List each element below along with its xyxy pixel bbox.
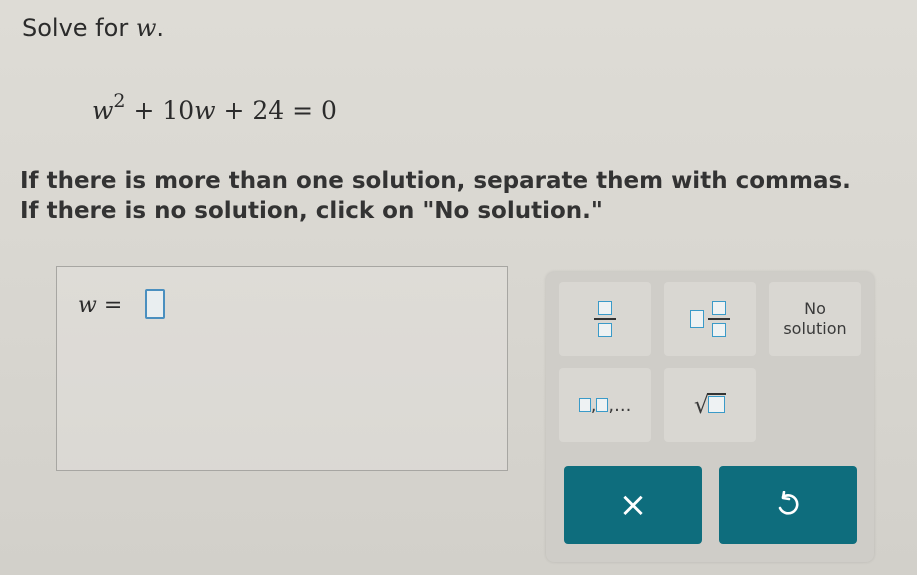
answer-input[interactable]	[145, 289, 165, 319]
square-root-icon: √	[694, 391, 727, 419]
prompt-variable: w	[135, 14, 157, 42]
math-keypad: No solution ,,... √ ×	[546, 272, 874, 562]
equation-var-w: w	[92, 96, 114, 125]
list-key[interactable]: ,,...	[559, 368, 651, 442]
undo-icon	[778, 491, 799, 515]
mixed-number-key[interactable]	[664, 282, 756, 356]
close-icon: ×	[618, 485, 648, 525]
instruction-no-solution: If there is no solution, click on "No so…	[20, 198, 603, 224]
answer-label: w =	[78, 293, 123, 318]
clear-button[interactable]: ×	[564, 466, 702, 544]
undo-button[interactable]	[719, 466, 857, 544]
no-solution-button[interactable]: No solution	[769, 282, 861, 356]
answer-area[interactable]	[56, 266, 508, 471]
equation: w2 + 10w + 24 = 0	[92, 90, 337, 125]
fraction-key[interactable]	[559, 282, 651, 356]
list-icon: ,,...	[578, 395, 631, 416]
prompt-text: Solve for w.	[22, 14, 164, 42]
mixed-number-icon	[690, 301, 730, 337]
fraction-icon	[594, 301, 616, 337]
square-root-key[interactable]: √	[664, 368, 756, 442]
equation-exponent: 2	[113, 90, 126, 112]
instruction-multiple-solutions: If there is more than one solution, sepa…	[20, 168, 851, 194]
